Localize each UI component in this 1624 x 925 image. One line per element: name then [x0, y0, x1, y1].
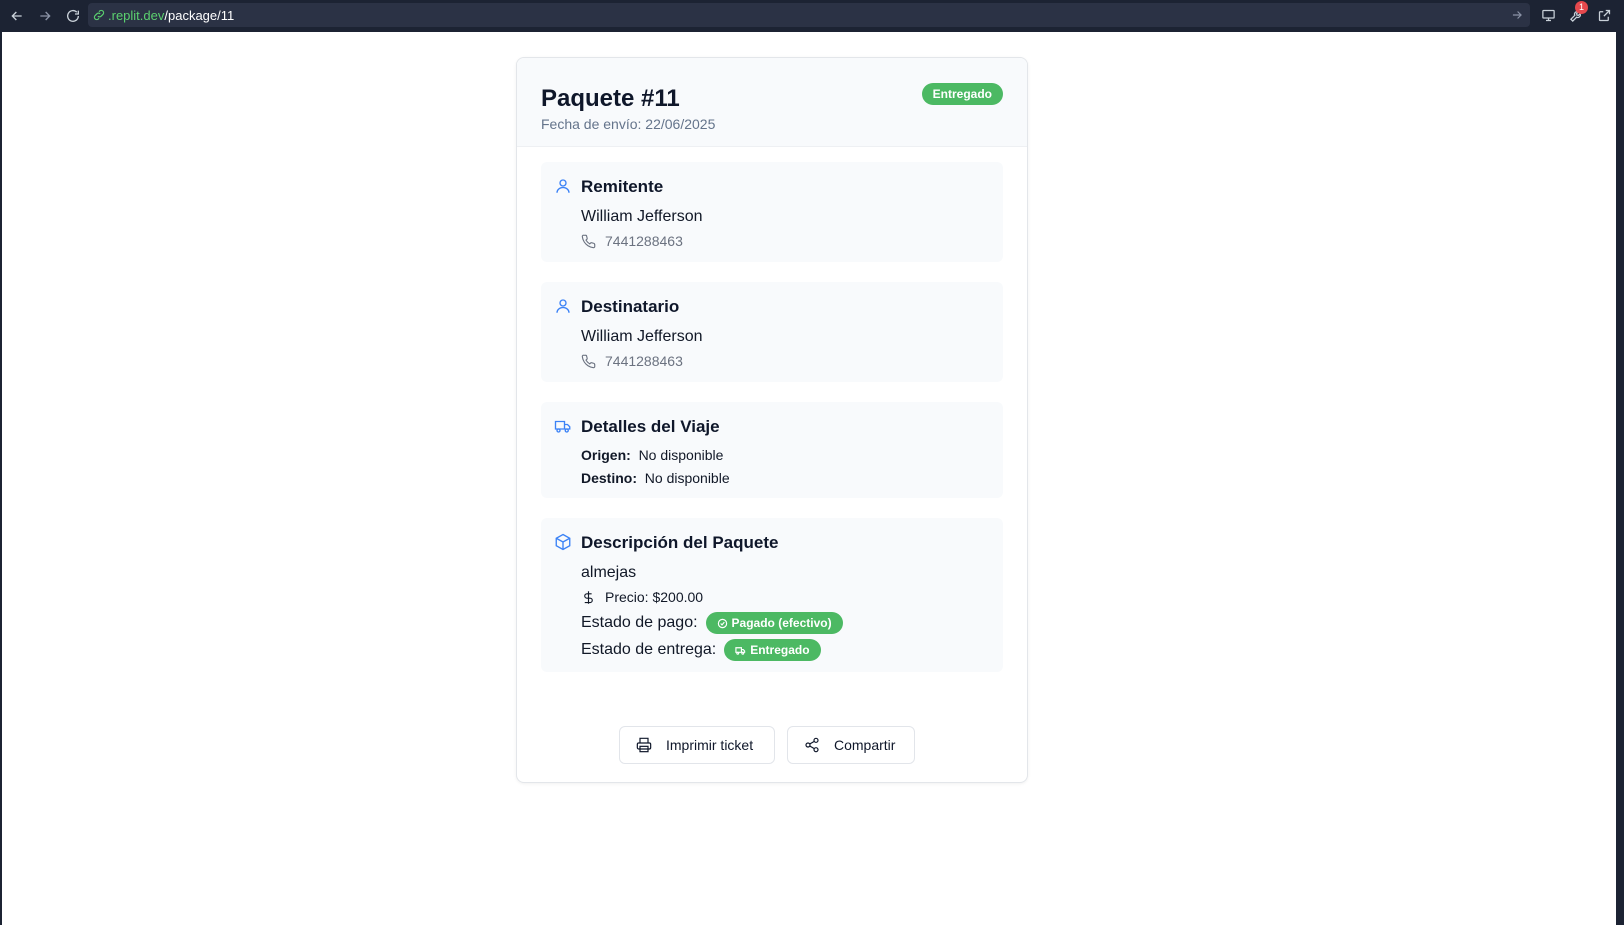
trip-heading: Detalles del Viaje	[581, 417, 720, 436]
browser-toolbar: .replit.dev/package/11 1	[0, 0, 1624, 32]
payment-status-text: Pagado (efectivo)	[731, 616, 832, 630]
recipient-name: William Jefferson	[581, 328, 703, 345]
print-ticket-label: Imprimir ticket	[666, 737, 754, 753]
sender-phone-number: 7441288463	[605, 233, 683, 249]
truck-icon	[735, 646, 746, 655]
recipient-heading: Destinatario	[581, 297, 680, 316]
devices-button[interactable]	[1538, 5, 1558, 25]
sender-name: William Jefferson	[581, 208, 703, 225]
sender-phone: 7441288463	[581, 233, 683, 249]
payment-row: Estado de pago: Pagado (efectivo)	[581, 612, 843, 634]
phone-icon	[581, 354, 596, 368]
delivery-label: Estado de entrega:	[581, 641, 717, 658]
origin-value: No disponible	[638, 447, 724, 463]
url-path: /package/11	[164, 7, 235, 23]
description-section: Descripción del Paquete almejas Precio: …	[541, 518, 1003, 672]
devtools-button[interactable]: 1	[1566, 1, 1588, 25]
box-icon	[554, 533, 572, 551]
price-label: Precio:	[605, 589, 649, 605]
back-icon	[11, 11, 22, 21]
card-header: Paquete #11 Fecha de envío: 22/06/2025 E…	[517, 58, 1027, 147]
sender-section: Remitente William Jefferson 7441288463	[541, 162, 1003, 262]
print-ticket-button[interactable]: Imprimir ticket	[619, 726, 775, 764]
external-link-icon	[1598, 9, 1610, 21]
url-bar[interactable]: .replit.dev/package/11	[88, 3, 1530, 27]
back-button[interactable]	[6, 5, 28, 27]
arrow-right-icon[interactable]	[1510, 8, 1524, 22]
origin-label: Origen:	[581, 447, 631, 463]
sender-heading: Remitente	[581, 177, 664, 196]
user-icon	[554, 297, 572, 315]
description-text: almejas	[581, 564, 637, 581]
destination-row: Destino: No disponible	[581, 470, 730, 486]
recipient-phone-number: 7441288463	[605, 353, 683, 369]
reload-button[interactable]	[62, 5, 84, 27]
price-row: Precio: $200.00	[581, 589, 703, 605]
user-icon	[554, 177, 572, 195]
recipient-section: Destinatario William Jefferson 744128846…	[541, 282, 1003, 382]
reload-icon	[67, 9, 79, 22]
payment-status-badge: Pagado (efectivo)	[705, 612, 843, 634]
destination-label: Destino:	[581, 470, 637, 486]
delivery-status-badge: Entregado	[724, 639, 821, 661]
page-viewport: Paquete #11 Fecha de envío: 22/06/2025 E…	[2, 32, 1616, 925]
forward-button[interactable]	[34, 5, 56, 27]
open-new-tab-button[interactable]	[1594, 5, 1614, 25]
truck-icon	[554, 417, 572, 435]
monitor-icon	[1541, 9, 1555, 21]
check-circle-icon	[717, 618, 727, 628]
payment-label: Estado de pago:	[581, 614, 698, 631]
notification-badge: 1	[1575, 1, 1588, 14]
share-icon	[805, 737, 819, 753]
delivery-row: Estado de entrega: Entregado	[581, 639, 821, 661]
description-heading: Descripción del Paquete	[581, 533, 779, 552]
link-icon	[93, 9, 105, 21]
printer-icon	[636, 737, 652, 753]
destination-value: No disponible	[644, 470, 730, 486]
origin-row: Origen: No disponible	[581, 447, 723, 463]
trip-section: Detalles del Viaje Origen: No disponible…	[541, 402, 1003, 498]
phone-icon	[581, 234, 596, 248]
ship-date: Fecha de envío: 22/06/2025	[541, 116, 716, 132]
package-card: Paquete #11 Fecha de envío: 22/06/2025 E…	[516, 57, 1028, 783]
price-value: $200.00	[652, 589, 704, 605]
dollar-icon	[584, 590, 593, 604]
forward-icon	[40, 11, 51, 21]
status-badge: Entregado	[921, 83, 1003, 105]
page-title: Paquete #11	[541, 85, 680, 112]
delivery-status-text: Entregado	[750, 643, 810, 657]
recipient-phone: 7441288463	[581, 353, 683, 369]
url-host: .replit.dev	[108, 7, 165, 23]
share-button[interactable]: Compartir	[787, 726, 915, 764]
share-label: Compartir	[834, 737, 896, 753]
